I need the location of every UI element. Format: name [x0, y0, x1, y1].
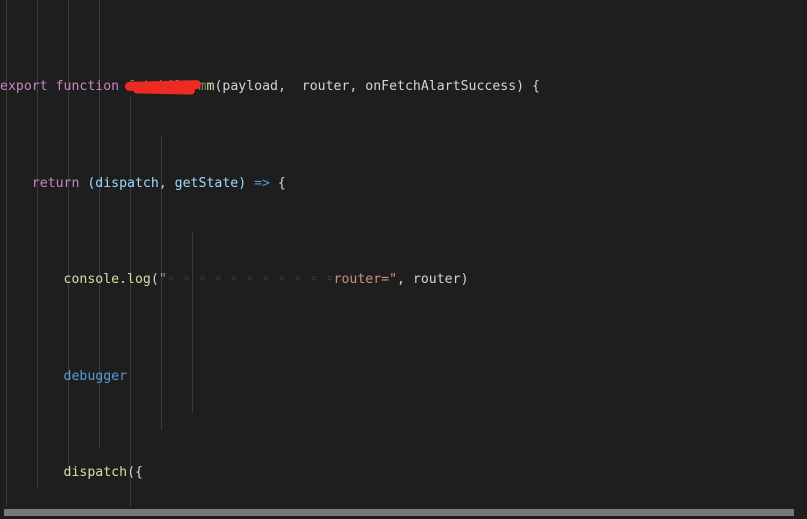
string-quote: " [389, 272, 398, 288]
code-editor[interactable]: export function fetchAlarm m(payload, rou… [0, 0, 807, 519]
dispatch-call: dispatch [63, 465, 128, 481]
log-args: , router) [397, 272, 469, 288]
keyword-debugger: debugger [63, 368, 128, 384]
horizontal-scrollbar-thumb[interactable] [4, 509, 794, 516]
open-brace: { [269, 175, 286, 191]
code-line: console.log("◦ ◦ ◦ ◦ ◦ ◦ ◦ ◦ ◦ ◦ ◦router… [0, 270, 807, 289]
keyword-export: export [0, 79, 48, 95]
open-paren-brace: ({ [127, 465, 143, 481]
arrow-operator: => [254, 175, 270, 191]
string-text: router= [333, 272, 390, 288]
code-content[interactable]: export function fetchAlarm m(payload, rou… [0, 0, 807, 519]
open-paren: ( [150, 272, 159, 288]
horizontal-scrollbar-track[interactable] [0, 507, 807, 519]
whitespace-dots: ◦ ◦ ◦ ◦ ◦ ◦ ◦ ◦ ◦ ◦ ◦ [166, 272, 334, 288]
code-line: debugger [0, 367, 807, 386]
code-line: return (dispatch, getState) => { [0, 174, 807, 193]
code-line: export function fetchAlarm m(payload, rou… [0, 77, 807, 96]
arrow-fn-params: (dispatch, getState) [79, 175, 255, 191]
function-params: (payload, router, onFetchAlartSuccess) { [214, 79, 540, 95]
console-log-call: console.log [63, 272, 151, 288]
string-quote: " [158, 272, 167, 288]
keyword-function: function [55, 79, 120, 95]
code-line: dispatch({ [0, 463, 807, 482]
keyword-return: return [31, 175, 80, 191]
redacted-function-name: fetchAlarm [124, 77, 206, 96]
